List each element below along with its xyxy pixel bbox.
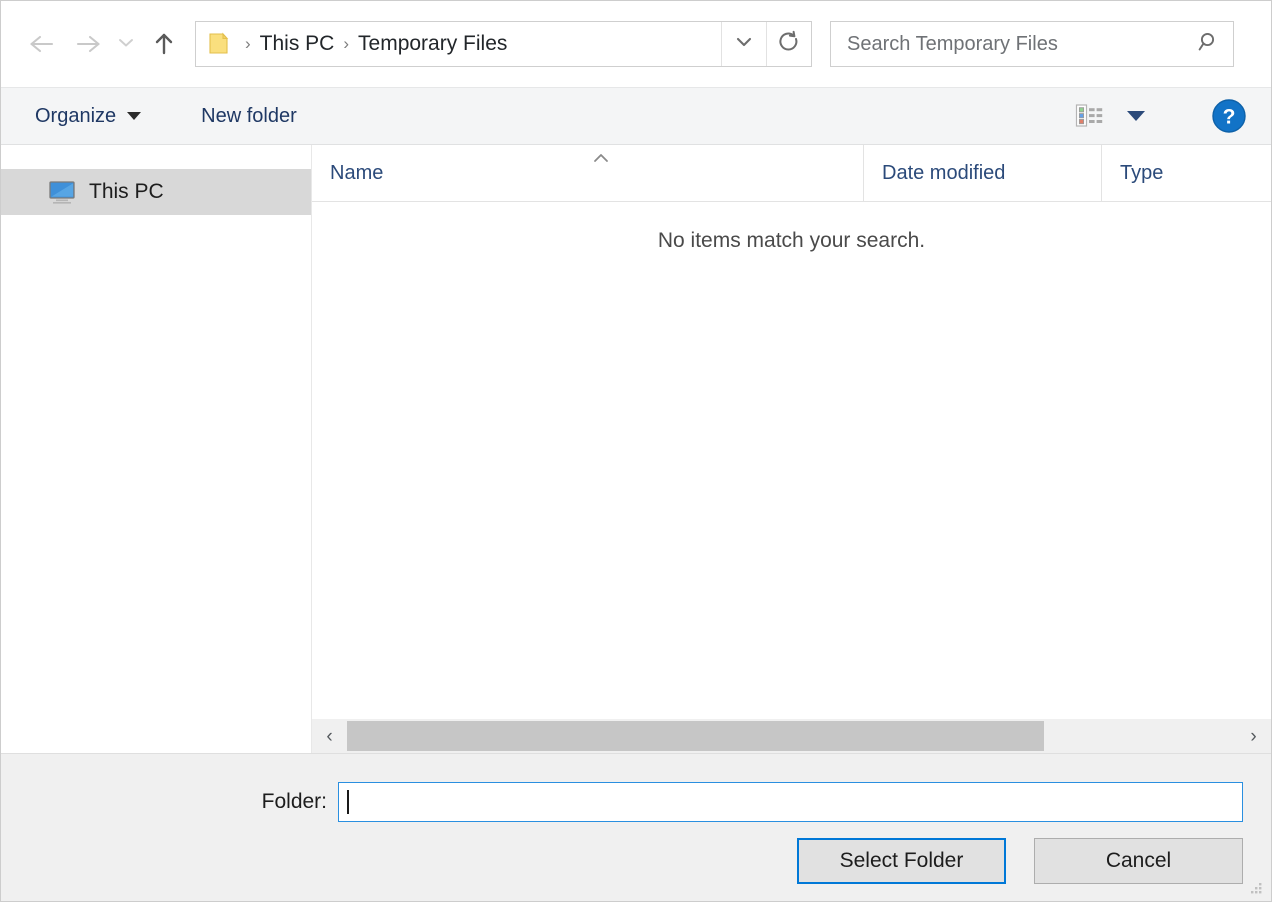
breadcrumb-separator-1: › [343,34,350,53]
address-bar[interactable]: › This PC › Temporary Files [195,21,812,67]
dialog-footer: Folder: Select Folder Cancel [1,753,1271,901]
column-header-date-modified[interactable]: Date modified [863,145,1101,201]
text-caret [347,790,349,814]
scrollbar-thumb[interactable] [347,721,1044,751]
new-folder-button[interactable]: New folder [197,96,301,136]
breadcrumb-item-this-pc[interactable]: This PC [260,32,335,56]
change-view-button[interactable] [1071,96,1149,136]
refresh-button[interactable] [766,22,811,66]
column-header-name-label: Name [330,161,384,184]
column-header-type-label: Type [1120,161,1164,184]
chevron-down-icon [127,112,142,120]
file-list[interactable]: No items match your search. [312,202,1271,719]
chevron-down-icon [1127,111,1145,121]
column-header-row: Name Date modified Type [312,145,1271,202]
folder-icon [206,31,232,57]
file-list-pane: Name Date modified Type No items match y… [312,145,1271,753]
arrow-right-icon [73,32,103,56]
address-dropdown-button[interactable] [721,22,766,66]
column-header-name[interactable]: Name [312,145,863,201]
help-button[interactable]: ? [1211,98,1247,134]
breadcrumb-separator-0: › [245,34,251,53]
column-header-date-modified-label: Date modified [882,161,1006,184]
arrow-up-icon [152,31,176,57]
new-folder-label: New folder [201,104,297,127]
folder-picker-dialog: › This PC › Temporary Files Search Tempo… [0,0,1272,902]
breadcrumb-item-temporary-files[interactable]: Temporary Files [358,32,507,56]
search-icon[interactable] [1197,30,1221,59]
forward-button[interactable] [65,21,111,67]
back-button[interactable] [19,21,65,67]
command-toolbar: Organize New folder ? [1,87,1271,145]
cancel-button[interactable]: Cancel [1034,838,1243,884]
scroll-right-button[interactable]: › [1236,719,1271,753]
search-box[interactable]: Search Temporary Files [830,21,1234,67]
column-header-type[interactable]: Type [1101,145,1271,201]
sidebar-item-label: This PC [89,180,164,203]
sidebar-item-this-pc[interactable]: This PC [1,169,311,215]
folder-label: Folder: [261,790,327,813]
breadcrumb[interactable]: › This PC › Temporary Files [196,22,721,66]
address-bar-row: › This PC › Temporary Files Search Tempo… [1,1,1271,87]
view-options-icon [1075,103,1105,129]
chevron-down-icon [117,35,135,53]
dialog-body: This PC Name Date modified Type No items… [1,145,1271,753]
search-input[interactable]: Search Temporary Files [847,33,1197,56]
navigation-pane: This PC [1,145,312,753]
scrollbar-track[interactable] [347,719,1236,753]
organize-label: Organize [35,104,117,127]
refresh-icon [777,30,801,59]
folder-field-row: Folder: [1,782,1243,822]
up-one-level-button[interactable] [141,21,187,67]
empty-state-message: No items match your search. [657,229,926,252]
svg-text:?: ? [1223,106,1236,129]
folder-input[interactable] [338,782,1243,822]
computer-icon [47,179,77,205]
recent-locations-button[interactable] [111,21,141,67]
resize-grip-icon[interactable] [1248,880,1264,896]
dialog-buttons: Select Folder Cancel [797,838,1243,884]
organize-button[interactable]: Organize [31,96,145,136]
arrow-left-icon [27,32,57,56]
scroll-left-button[interactable]: ‹ [312,719,347,753]
horizontal-scrollbar[interactable]: ‹ › [312,719,1271,753]
chevron-up-icon [591,147,611,162]
chevron-down-icon [734,35,754,53]
help-icon: ? [1212,99,1246,133]
select-folder-button[interactable]: Select Folder [797,838,1006,884]
